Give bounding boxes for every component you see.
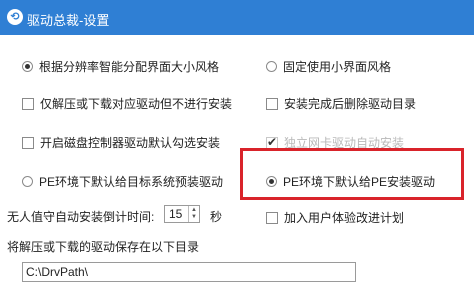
- delete-after-checkbox[interactable]: [266, 97, 278, 110]
- app-logo-icon: ⟲: [7, 9, 23, 25]
- pe-self-radio[interactable]: [266, 176, 277, 187]
- disabled-checkbox: [266, 135, 278, 149]
- spin-arrows[interactable]: ▲ ▼: [188, 206, 199, 222]
- countdown-spinbox[interactable]: 15 ▲ ▼: [164, 205, 200, 223]
- disk-controller-label: 开启磁盘控制器驱动默认勾选安装: [40, 136, 221, 150]
- disk-controller-checkbox[interactable]: [22, 136, 34, 149]
- pe-self-option[interactable]: PE环境下默认给PE安装驱动: [266, 173, 435, 190]
- save-path-label: 将解压或下载的驱动保存在以下目录: [7, 240, 200, 254]
- pe-target-option[interactable]: PE环境下默认给目标系统预装驱动: [22, 173, 223, 190]
- fixed-small-label: 固定使用小界面风格: [283, 60, 392, 74]
- delete-after-label: 安装完成后删除驱动目录: [284, 97, 417, 111]
- title-bar: ⟲ 驱动总裁-设置: [0, 0, 474, 35]
- user-exp-option[interactable]: 加入用户体验改进计划: [266, 209, 404, 226]
- unpack-only-option[interactable]: 仅解压或下载对应驱动但不进行安装: [22, 95, 232, 112]
- save-path-input[interactable]: C:\DrvPath\: [22, 262, 356, 282]
- window-title: 驱动总裁-设置: [27, 13, 110, 28]
- spin-up-icon[interactable]: ▲: [191, 207, 197, 214]
- pe-self-label: PE环境下默认给PE安装驱动: [283, 175, 436, 189]
- unpack-only-label: 仅解压或下载对应驱动但不进行安装: [40, 97, 233, 111]
- disk-controller-option[interactable]: 开启磁盘控制器驱动默认勾选安装: [22, 134, 220, 151]
- pe-target-label: PE环境下默认给目标系统预装驱动: [39, 175, 224, 189]
- user-exp-checkbox[interactable]: [266, 211, 278, 224]
- countdown-value[interactable]: 15: [165, 207, 188, 221]
- auto-size-option[interactable]: 根据分辨率智能分配界面大小风格: [22, 58, 219, 75]
- fixed-small-option[interactable]: 固定使用小界面风格: [266, 58, 391, 75]
- delete-after-option[interactable]: 安装完成后删除驱动目录: [266, 95, 416, 112]
- unpack-only-checkbox[interactable]: [22, 97, 34, 110]
- countdown-label: 无人值守自动安装倒计时间:: [7, 210, 155, 224]
- auto-size-radio[interactable]: [22, 61, 33, 72]
- spin-down-icon[interactable]: ▼: [191, 214, 197, 221]
- user-exp-label: 加入用户体验改进计划: [284, 211, 405, 225]
- pe-target-radio[interactable]: [22, 176, 33, 187]
- auto-size-label: 根据分辨率智能分配界面大小风格: [39, 60, 220, 74]
- countdown-unit: 秒: [210, 210, 223, 224]
- fixed-small-radio[interactable]: [266, 61, 277, 72]
